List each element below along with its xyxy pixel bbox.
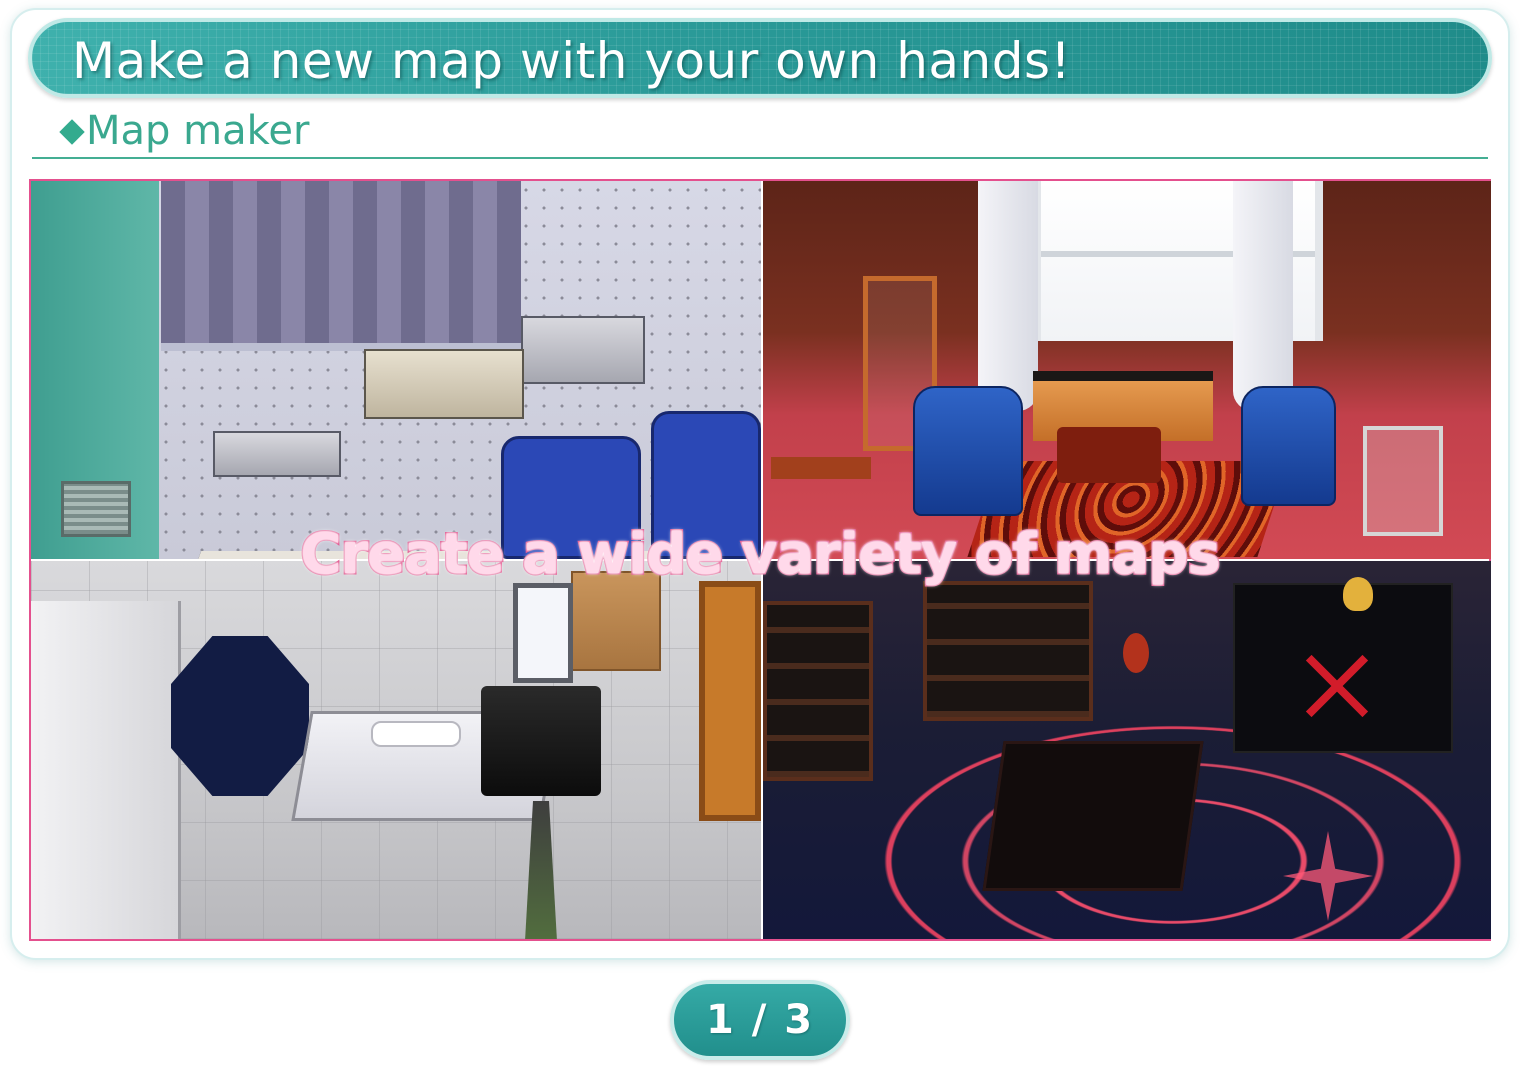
section-heading: Map maker bbox=[58, 106, 309, 156]
principal-office-screenshot bbox=[763, 181, 1491, 559]
gallery-caption: Create a wide variety of maps bbox=[299, 521, 1222, 589]
photo-studio-bedroom-screenshot bbox=[31, 561, 761, 939]
page-indicator-text: 1 / 3 bbox=[705, 997, 815, 1043]
section-label: Map maker bbox=[86, 108, 310, 154]
diamond-bullet-icon bbox=[58, 118, 84, 144]
page-indicator[interactable]: 1 / 3 bbox=[670, 980, 850, 1060]
section-divider bbox=[32, 157, 1488, 159]
page-title: Make a new map with your own hands! bbox=[72, 32, 1072, 90]
occult-magic-circle-room-screenshot bbox=[763, 561, 1491, 939]
title-banner: Make a new map with your own hands! bbox=[28, 18, 1492, 98]
studio-sound-room-screenshot bbox=[31, 181, 761, 559]
